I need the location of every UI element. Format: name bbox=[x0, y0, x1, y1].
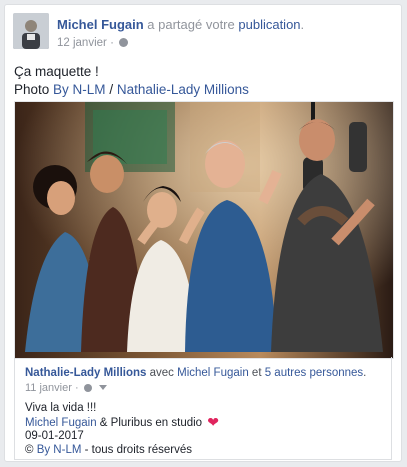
post-text: Ça maquette ! Photo By N-LM / Nathalie-L… bbox=[14, 63, 249, 99]
shared-action-text: a partagé votre bbox=[147, 17, 235, 32]
shared-line-3: 09-01-2017 bbox=[25, 430, 84, 442]
copyright-link[interactable]: By N-LM bbox=[37, 444, 82, 456]
copyright-rest: - tous droits réservés bbox=[84, 443, 192, 456]
studio-photo bbox=[15, 102, 393, 358]
globe-icon[interactable] bbox=[119, 38, 129, 47]
photo-prefix: Photo bbox=[14, 82, 50, 97]
avatar-image bbox=[13, 13, 49, 49]
author-link[interactable]: Michel Fugain bbox=[57, 17, 144, 32]
shared-post-box[interactable]: Nathalie-Lady Millions avec Michel Fugai… bbox=[14, 357, 392, 460]
caret-down-icon[interactable] bbox=[98, 385, 107, 390]
others-link[interactable]: 5 autres personnes bbox=[265, 367, 363, 379]
story-headline: Michel Fugain a partagé votre publicatio… bbox=[57, 17, 304, 32]
timestamp-link[interactable]: 12 janvier bbox=[57, 37, 107, 49]
heart-icon: ❤ bbox=[207, 413, 220, 430]
shared-line-1: Viva la vida !!! bbox=[25, 402, 97, 414]
post-message: Ça maquette ! bbox=[14, 64, 99, 79]
shared-page-link[interactable]: Nathalie-Lady Millions bbox=[25, 367, 146, 379]
shared-line-2-name-link[interactable]: Michel Fugain bbox=[25, 417, 97, 429]
tagged-person-link[interactable]: Michel Fugain bbox=[177, 367, 249, 379]
photo-credit-line: Photo By N-LM / Nathalie-Lady Millions bbox=[14, 81, 249, 99]
avatar-icon[interactable] bbox=[13, 13, 49, 49]
shared-line-4: © By N-LM - tous droits réservés bbox=[25, 444, 219, 458]
meta-separator: · bbox=[110, 37, 114, 49]
shared-post-meta: 11 janvier · bbox=[25, 382, 107, 394]
shared-meta-separator: · bbox=[74, 382, 79, 394]
headline-period: . bbox=[300, 17, 305, 32]
shared-timestamp-link[interactable]: 11 janvier bbox=[25, 382, 72, 394]
photo-credit-link-2[interactable]: Nathalie-Lady Millions bbox=[117, 82, 249, 97]
photo-credit-link-1[interactable]: By N-LM bbox=[53, 82, 106, 97]
globe-icon[interactable] bbox=[83, 384, 92, 392]
story-meta: 12 janvier · bbox=[57, 37, 129, 49]
shared-header-period: . bbox=[363, 367, 367, 379]
feed-story-card: Michel Fugain a partagé votre publicatio… bbox=[4, 4, 402, 462]
shared-post-header: Nathalie-Lady Millions avec Michel Fugai… bbox=[25, 367, 366, 379]
publication-link[interactable]: publication bbox=[238, 17, 300, 32]
post-photo[interactable] bbox=[14, 101, 394, 359]
shared-with-text: avec bbox=[149, 367, 174, 379]
shared-post-body: Viva la vida !!! Michel Fugain & Pluribu… bbox=[25, 402, 219, 457]
shared-line-2-rest: & Pluribus en studio bbox=[99, 416, 203, 429]
story-header: Michel Fugain a partagé votre publicatio… bbox=[13, 13, 393, 53]
photo-credit-separator: / bbox=[109, 82, 114, 97]
shared-and-text: et bbox=[251, 367, 262, 379]
shared-line-2: Michel Fugain & Pluribus en studio ❤ bbox=[25, 413, 220, 431]
copyright-symbol: © bbox=[25, 443, 34, 456]
